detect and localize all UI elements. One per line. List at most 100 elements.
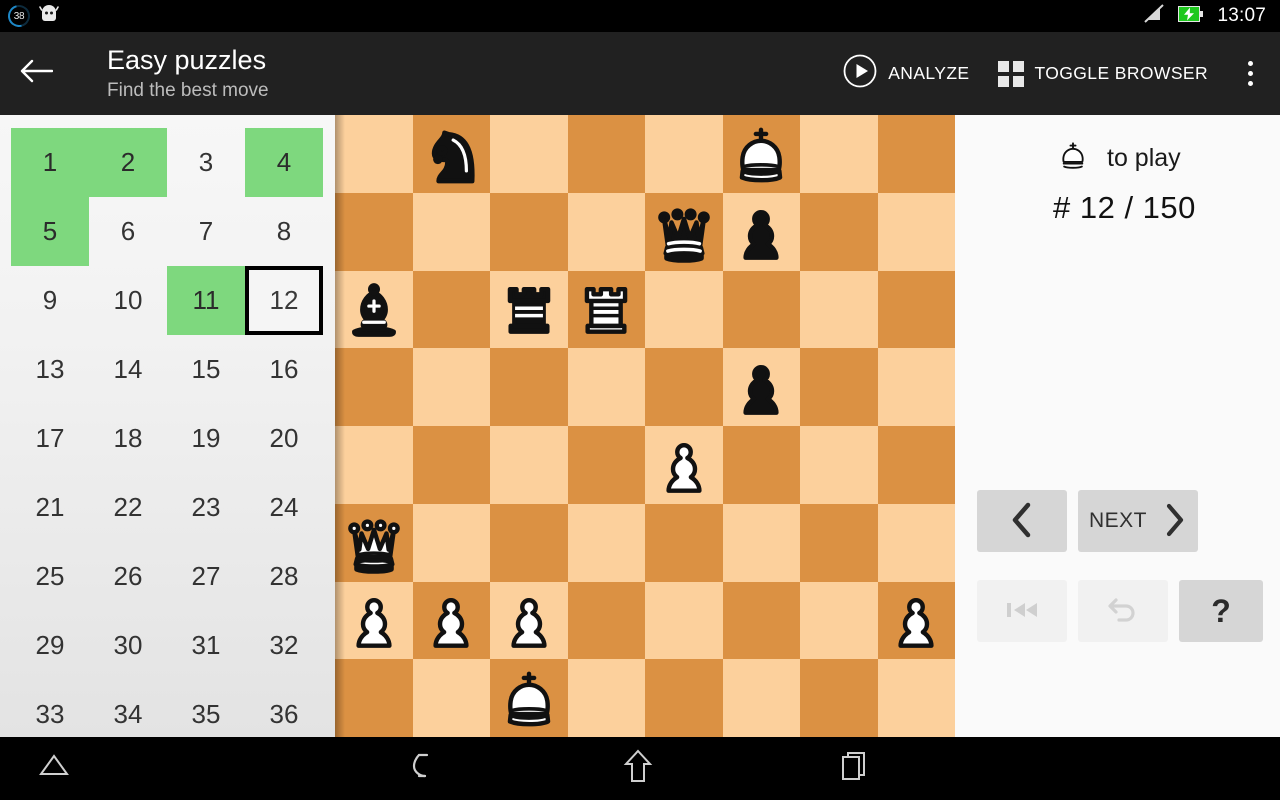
board-square-f6[interactable]: [722, 270, 800, 349]
board-square-g1[interactable]: [800, 659, 878, 737]
board-square-f3[interactable]: [722, 503, 800, 582]
puzzle-index-cell-19[interactable]: 19: [167, 404, 245, 473]
board-square-d8[interactable]: [567, 115, 645, 193]
board-square-d1[interactable]: [567, 659, 645, 737]
board-square-h5[interactable]: [877, 348, 955, 426]
puzzle-index-cell-24[interactable]: 24: [245, 473, 323, 542]
puzzle-index-cell-12[interactable]: 12: [245, 266, 323, 335]
puzzle-index-cell-35[interactable]: 35: [167, 680, 245, 737]
analyze-button[interactable]: ANALYZE: [829, 44, 983, 103]
puzzle-index-cell-32[interactable]: 32: [245, 611, 323, 680]
board-square-b4[interactable]: [412, 426, 490, 504]
board-square-b7[interactable]: [412, 192, 490, 271]
board-square-f4[interactable]: [722, 426, 800, 504]
puzzle-index-cell-33[interactable]: 33: [11, 680, 89, 737]
puzzle-index-cell-6[interactable]: 6: [89, 197, 167, 266]
board-square-d4[interactable]: [567, 426, 645, 504]
board-square-a7[interactable]: [335, 192, 413, 271]
undo-button[interactable]: [1078, 580, 1168, 642]
puzzle-index-cell-28[interactable]: 28: [245, 542, 323, 611]
puzzle-index-cell-29[interactable]: 29: [11, 611, 89, 680]
puzzle-index-cell-5[interactable]: 5: [11, 197, 89, 266]
board-square-f5[interactable]: [722, 348, 800, 426]
board-square-h2[interactable]: [877, 581, 955, 660]
board-square-a3[interactable]: [335, 503, 413, 582]
board-square-e2[interactable]: [645, 581, 723, 660]
puzzle-index-cell-1[interactable]: 1: [11, 128, 89, 197]
nav-menu-button[interactable]: [18, 737, 90, 800]
board-square-c5[interactable]: [490, 348, 568, 426]
board-square-b1[interactable]: [412, 659, 490, 737]
board-square-c4[interactable]: [490, 426, 568, 504]
board-square-g7[interactable]: [800, 192, 878, 271]
puzzle-index-cell-11[interactable]: 11: [167, 266, 245, 335]
puzzle-index-cell-21[interactable]: 21: [11, 473, 89, 542]
board-square-h1[interactable]: [877, 659, 955, 737]
toggle-browser-button[interactable]: TOGGLE BROWSER: [984, 51, 1223, 97]
board-square-a8[interactable]: [335, 115, 413, 193]
board-square-f2[interactable]: [722, 581, 800, 660]
nav-recents-button[interactable]: [818, 737, 890, 800]
board-square-h6[interactable]: [877, 270, 955, 349]
board-square-d5[interactable]: [567, 348, 645, 426]
puzzle-index-cell-36[interactable]: 36: [245, 680, 323, 737]
puzzle-index-cell-22[interactable]: 22: [89, 473, 167, 542]
puzzle-index-cell-14[interactable]: 14: [89, 335, 167, 404]
puzzle-index-cell-20[interactable]: 20: [245, 404, 323, 473]
board-square-e1[interactable]: [645, 659, 723, 737]
board-square-g2[interactable]: [800, 581, 878, 660]
back-button[interactable]: [0, 32, 62, 115]
board-square-h8[interactable]: [877, 115, 955, 193]
board-square-g3[interactable]: [800, 503, 878, 582]
puzzle-index-cell-23[interactable]: 23: [167, 473, 245, 542]
board-square-a4[interactable]: [335, 426, 413, 504]
board-square-b6[interactable]: [412, 270, 490, 349]
puzzle-index-cell-15[interactable]: 15: [167, 335, 245, 404]
chess-board[interactable]: [335, 115, 955, 737]
board-square-a6[interactable]: [335, 270, 413, 349]
puzzle-index-pane[interactable]: 1 2 3 4 5 6 7 8 9 10 11 12 13 14 15 16 17 18 19 20 21 22 23 24 2…: [0, 115, 335, 737]
board-square-a1[interactable]: [335, 659, 413, 737]
puzzle-index-cell-16[interactable]: 16: [245, 335, 323, 404]
puzzle-index-cell-17[interactable]: 17: [11, 404, 89, 473]
board-square-d7[interactable]: [567, 192, 645, 271]
board-square-h4[interactable]: [877, 426, 955, 504]
board-square-e7[interactable]: [645, 192, 723, 271]
hint-button[interactable]: ?: [1179, 580, 1263, 642]
board-square-g4[interactable]: [800, 426, 878, 504]
board-square-e4[interactable]: [645, 426, 723, 504]
board-square-f1[interactable]: [722, 659, 800, 737]
puzzle-index-cell-7[interactable]: 7: [167, 197, 245, 266]
board-square-b8[interactable]: [412, 115, 490, 193]
nav-home-button[interactable]: [602, 737, 674, 800]
board-square-c1[interactable]: [490, 659, 568, 737]
puzzle-index-cell-13[interactable]: 13: [11, 335, 89, 404]
board-square-a5[interactable]: [335, 348, 413, 426]
board-square-c2[interactable]: [490, 581, 568, 660]
nav-back-button[interactable]: [388, 737, 460, 800]
puzzle-index-cell-25[interactable]: 25: [11, 542, 89, 611]
next-puzzle-button[interactable]: NEXT: [1078, 490, 1198, 552]
puzzle-index-cell-26[interactable]: 26: [89, 542, 167, 611]
board-square-b2[interactable]: [412, 581, 490, 660]
puzzle-index-cell-4[interactable]: 4: [245, 128, 323, 197]
board-square-g6[interactable]: [800, 270, 878, 349]
board-square-d3[interactable]: [567, 503, 645, 582]
restart-button[interactable]: [977, 580, 1067, 642]
puzzle-index-cell-18[interactable]: 18: [89, 404, 167, 473]
puzzle-index-cell-8[interactable]: 8: [245, 197, 323, 266]
board-square-b5[interactable]: [412, 348, 490, 426]
board-square-g5[interactable]: [800, 348, 878, 426]
board-square-e5[interactable]: [645, 348, 723, 426]
board-square-c8[interactable]: [490, 115, 568, 193]
puzzle-index-cell-9[interactable]: 9: [11, 266, 89, 335]
board-square-c3[interactable]: [490, 503, 568, 582]
board-square-c7[interactable]: [490, 192, 568, 271]
board-square-e8[interactable]: [645, 115, 723, 193]
board-square-b3[interactable]: [412, 503, 490, 582]
board-square-d6[interactable]: [567, 270, 645, 349]
puzzle-index-cell-31[interactable]: 31: [167, 611, 245, 680]
board-square-h7[interactable]: [877, 192, 955, 271]
board-square-e3[interactable]: [645, 503, 723, 582]
chess-board-container[interactable]: [335, 115, 955, 737]
